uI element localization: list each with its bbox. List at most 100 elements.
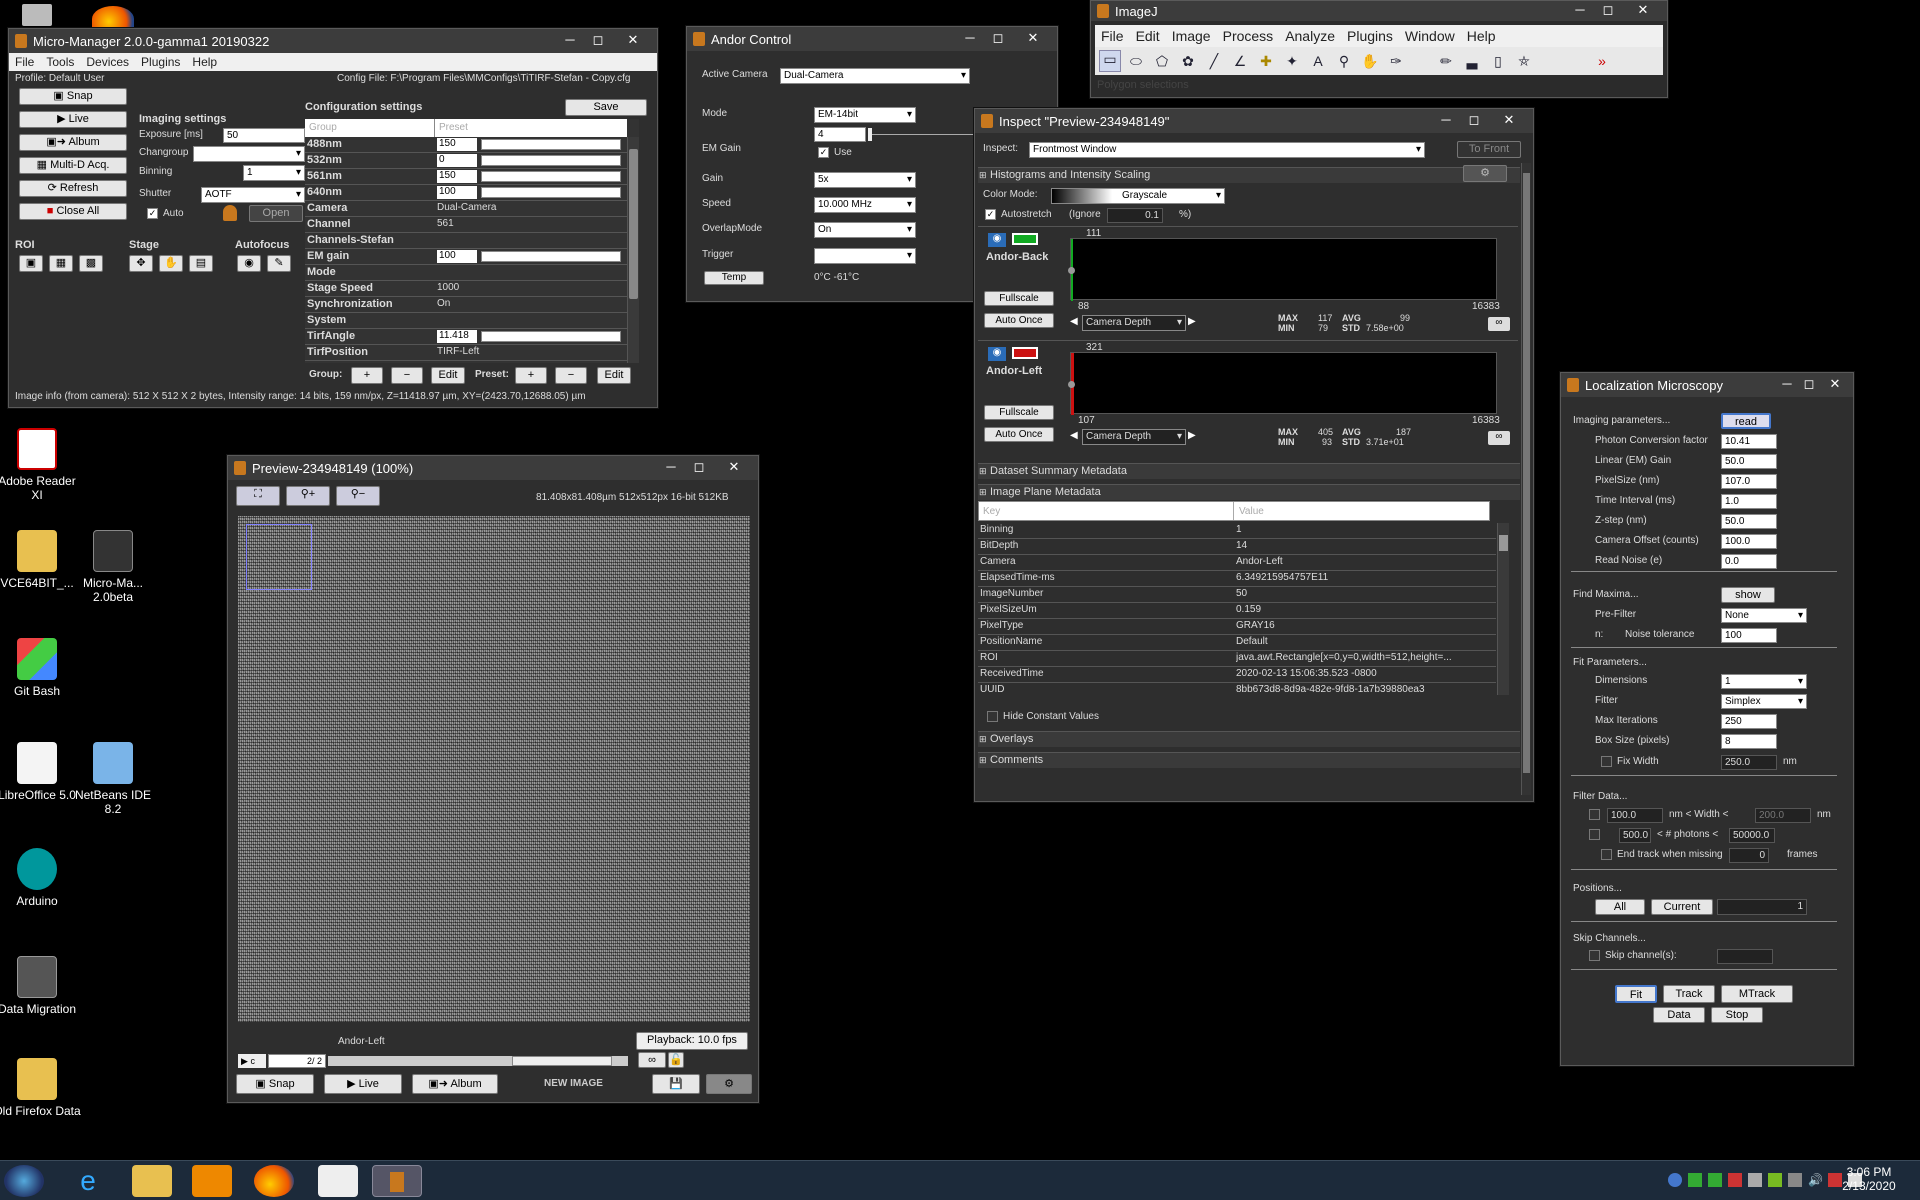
minimize-button[interactable]: ─ <box>957 29 983 47</box>
image-canvas[interactable] <box>238 516 750 1022</box>
maximize-button[interactable]: ◻ <box>1595 1 1621 19</box>
andor-titlebar[interactable]: Andor Control ─ ◻ ✕ <box>687 27 1057 51</box>
width-min-input[interactable]: 100.0 <box>1607 808 1663 823</box>
show-button[interactable]: show <box>1721 587 1775 603</box>
config-slider[interactable] <box>481 155 621 166</box>
angle-tool-icon[interactable]: ∠ <box>1229 53 1251 70</box>
config-slider[interactable] <box>481 139 621 150</box>
value-column-header[interactable]: Value <box>1239 506 1264 517</box>
metadata-row[interactable]: UUID 8bb673d8-8d9a-482e-9fd8-1a7b39880ea3 <box>978 683 1496 695</box>
zoom-in-icon[interactable]: ⚲+ <box>286 486 330 506</box>
link-icon[interactable]: ∞ <box>1488 431 1510 445</box>
file-explorer-icon[interactable] <box>132 1165 172 1197</box>
histograms-section-header[interactable]: Histograms and Intensity Scaling <box>978 167 1520 183</box>
link-icon[interactable]: ∞ <box>638 1052 666 1068</box>
micromanager-titlebar[interactable]: Micro-Manager 2.0.0-gamma1 20190322 ─ ◻ ✕ <box>9 29 657 53</box>
config-row[interactable]: Channel 561 <box>305 217 627 233</box>
preview-live-button[interactable]: ▶ Live <box>324 1074 402 1094</box>
config-row[interactable]: TirfAngle 11.418 <box>305 329 627 345</box>
imaging-param-input[interactable]: 107.0 <box>1721 474 1777 489</box>
album-button[interactable]: ▣➜ Album <box>19 134 127 151</box>
config-preset-value[interactable]: 0 <box>437 154 477 167</box>
tray-nvidia-icon[interactable] <box>1768 1173 1782 1187</box>
imagej-titlebar[interactable]: ImageJ ─ ◻ ✕ <box>1091 1 1667 21</box>
live-button[interactable]: ▶ Live <box>19 111 127 128</box>
config-row[interactable]: 488nm 150 <box>305 137 627 153</box>
trigger-select[interactable] <box>814 248 916 264</box>
config-preset-value[interactable]: 150 <box>437 170 477 183</box>
dataset-summary-section-header[interactable]: Dataset Summary Metadata <box>978 463 1520 479</box>
autofocus-binoculars-icon[interactable]: ◉ <box>237 255 261 272</box>
auto-once-button[interactable]: Auto Once <box>984 427 1054 442</box>
menu-image[interactable]: Image <box>1166 28 1217 44</box>
prefilter-select[interactable]: None <box>1721 608 1807 623</box>
config-row[interactable]: Stage Speed 1000 <box>305 281 627 297</box>
metadata-row[interactable]: ReceivedTime 2020-02-13 15:06:35.523 -080… <box>978 667 1496 683</box>
rectangle-tool-icon[interactable]: ▭ <box>1099 50 1121 72</box>
minimize-button[interactable]: ─ <box>658 458 684 476</box>
magnifier-tool-icon[interactable]: ⚲ <box>1333 53 1355 70</box>
preset-add-button[interactable]: + <box>515 367 547 384</box>
config-row[interactable]: Channels-Stefan <box>305 233 627 249</box>
save-icon[interactable]: 💾 <box>652 1074 700 1094</box>
menu-help[interactable]: Help <box>1461 28 1502 44</box>
fullscreen-icon[interactable]: ⛶ <box>236 486 280 506</box>
config-row[interactable]: Synchronization On <box>305 297 627 313</box>
position-index-input[interactable]: 1 <box>1717 899 1807 915</box>
temp-button[interactable]: Temp <box>704 271 764 285</box>
refresh-button[interactable]: ⟳ Refresh <box>19 180 127 197</box>
gain-select[interactable]: 5x <box>814 172 916 188</box>
end-track-frames-spinner[interactable]: 0 <box>1729 848 1769 863</box>
firefox-taskbar-icon[interactable] <box>254 1165 294 1197</box>
config-preset-value[interactable]: 150 <box>437 138 477 151</box>
metadata-row[interactable]: ROI java.awt.Rectangle[x=0,y=0,width=512,… <box>978 651 1496 667</box>
maximize-button[interactable]: ◻ <box>1799 375 1819 393</box>
imaging-param-input[interactable]: 50.0 <box>1721 514 1777 529</box>
desktop-icon-netbeans[interactable]: NetBeans IDE 8.2 <box>68 742 158 816</box>
more-tools-icon[interactable]: » <box>1591 53 1613 69</box>
flood-fill-tool-icon[interactable]: ⛤ <box>1513 53 1535 70</box>
gear-icon[interactable]: ⚙ <box>706 1074 752 1094</box>
zoom-out-icon[interactable]: ⚲− <box>336 486 380 506</box>
center-roi-icon[interactable]: ▦ <box>49 255 73 272</box>
tray-device-icon[interactable] <box>1748 1173 1762 1187</box>
tray-display-icon[interactable] <box>1788 1173 1802 1187</box>
preset-remove-button[interactable]: − <box>555 367 587 384</box>
menu-window[interactable]: Window <box>1399 28 1461 44</box>
metadata-row[interactable]: Binning 1 <box>978 523 1496 539</box>
lock-icon[interactable]: 🔓 <box>668 1052 684 1068</box>
color-mode-select[interactable]: Grayscale <box>1051 188 1225 204</box>
close-button[interactable]: ✕ <box>1013 29 1053 47</box>
mtrack-button[interactable]: MTrack <box>1721 985 1793 1003</box>
config-row[interactable]: Camera Dual-Camera <box>305 201 627 217</box>
config-row[interactable]: TirfPosition TIRF-Left <box>305 345 627 361</box>
noise-tolerance-input[interactable]: 100 <box>1721 628 1777 643</box>
config-preset-value[interactable]: 561 <box>437 218 454 229</box>
imaging-param-input[interactable]: 100.0 <box>1721 534 1777 549</box>
key-column-header[interactable]: Key <box>983 506 1000 517</box>
config-preset-value[interactable]: TIRF-Left <box>437 346 479 357</box>
desktop-icon-micromanager[interactable]: Micro-Ma... 2.0beta <box>68 530 158 604</box>
save-config-button[interactable]: Save <box>565 99 647 116</box>
recycle-bin-icon[interactable] <box>22 4 52 26</box>
preview-snap-button[interactable]: ▣ Snap <box>236 1074 314 1094</box>
auto-shutter-checkbox[interactable]: ✓ <box>147 208 158 219</box>
hand-tool-icon[interactable]: ✋ <box>1359 53 1381 70</box>
preview-album-button[interactable]: ▣➜ Album <box>412 1074 498 1094</box>
metadata-row[interactable]: PixelType GRAY16 <box>978 619 1496 635</box>
start-button-icon[interactable] <box>4 1165 44 1197</box>
all-positions-button[interactable]: All <box>1595 899 1645 915</box>
fit-button[interactable]: Fit <box>1615 985 1657 1003</box>
desktop-icon-adobe-reader[interactable]: Adobe Reader XI <box>0 428 82 502</box>
desktop-icon-data-migration[interactable]: Data Migration <box>0 956 82 1016</box>
localization-titlebar[interactable]: Localization Microscopy ─ ◻ ✕ <box>1561 373 1853 397</box>
preview-titlebar[interactable]: Preview-234948149 (100%) ─ ◻ ✕ <box>228 456 758 480</box>
internet-explorer-icon[interactable]: e <box>68 1165 108 1197</box>
eraser-tool-icon[interactable]: ▯ <box>1487 53 1509 70</box>
fitter-select[interactable]: Simplex <box>1721 694 1807 709</box>
maximize-button[interactable]: ◻ <box>1461 111 1487 129</box>
taskbar-clock[interactable]: 3:06 PM 2/13/2020 <box>1834 1165 1904 1193</box>
to-front-button[interactable]: To Front <box>1457 141 1521 158</box>
menu-process[interactable]: Process <box>1217 28 1280 44</box>
desktop-icon-old-firefox-data[interactable]: Old Firefox Data <box>0 1058 82 1118</box>
